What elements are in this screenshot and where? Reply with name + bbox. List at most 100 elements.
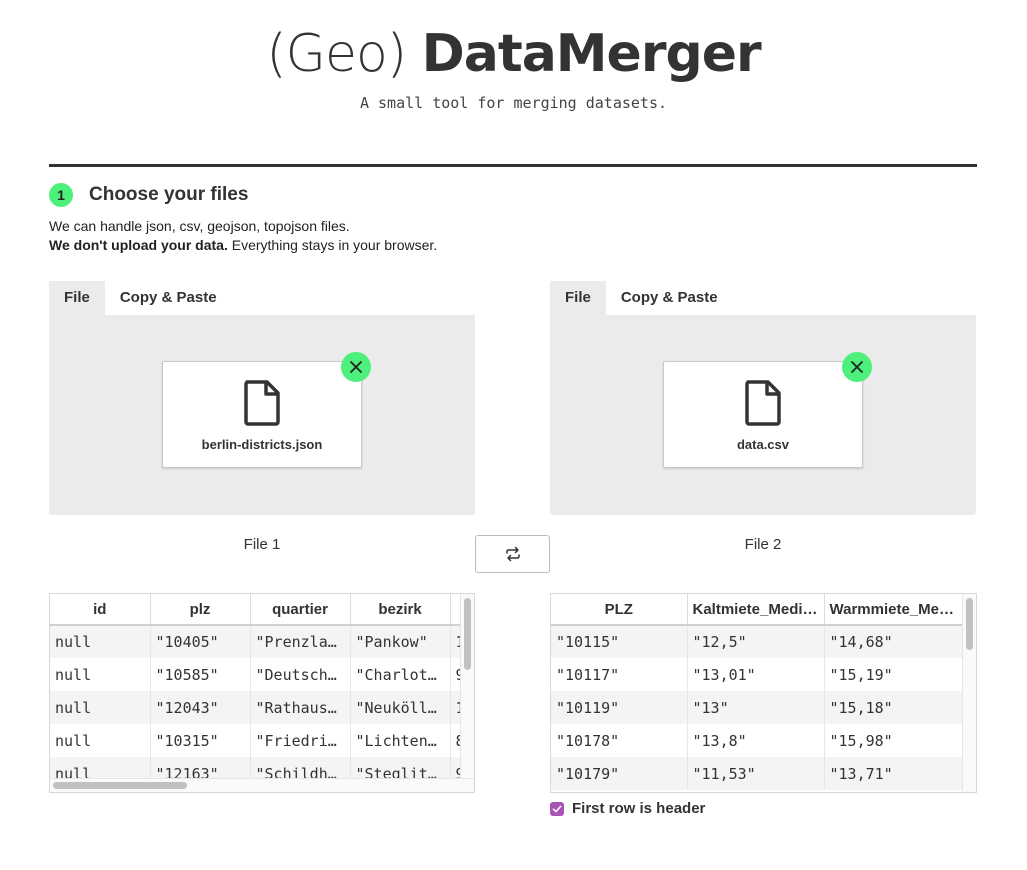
privacy-note-bold: We don't upload your data. [49, 237, 228, 253]
table-row: "10119" "13" "15,18" [551, 691, 964, 724]
vertical-scrollbar[interactable] [460, 594, 474, 778]
remove-file-2-button[interactable] [842, 352, 872, 382]
file-label-1: File 1 [243, 536, 281, 553]
step-description: We can handle json, csv, geojson, topojs… [49, 217, 437, 255]
file-name-1: berlin-districts.json [201, 437, 323, 452]
data-preview-table-1[interactable]: id plz quartier bezirk null "10405" "Pre… [49, 593, 475, 793]
horizontal-scrollbar[interactable] [50, 778, 474, 792]
table-cell: "10315" [150, 724, 251, 757]
table-cell: "Rathaus Neukölln" [250, 691, 351, 724]
column-header[interactable]: Warmmiete_Median [824, 594, 964, 626]
table-row: null "10405" "Prenzlauer Berg" "Pankow" … [50, 625, 474, 658]
first-row-header-option[interactable]: First row is header [550, 800, 705, 817]
table-cell: null [50, 724, 151, 757]
close-icon [350, 361, 362, 373]
horizontal-scrollbar-thumb[interactable] [53, 782, 187, 789]
app-subtitle: A small tool for merging datasets. [359, 94, 668, 112]
first-row-header-label: First row is header [572, 800, 706, 817]
table-2: PLZ Kaltmiete_Median Warmmiete_Median "1… [551, 594, 964, 790]
table-row: null "10315" "Friedrichsfelde" "Lichtenb… [50, 724, 474, 757]
table-cell: "15,19" [824, 658, 964, 691]
remove-file-1-button[interactable] [341, 352, 371, 382]
table-cell: "10178" [551, 724, 688, 757]
app-title: (Geo) DataMerger [0, 18, 1027, 90]
table-header-row: id plz quartier bezirk [50, 594, 474, 626]
file-dropzone-1[interactable]: berlin-districts.json [49, 315, 475, 515]
table-cell: "Neukölln" [350, 691, 451, 724]
table-cell: "Lichtenberg" [350, 724, 451, 757]
close-icon [851, 361, 863, 373]
first-row-header-checkbox[interactable] [550, 801, 564, 816]
tab-copy-paste[interactable]: Copy & Paste [105, 281, 232, 315]
table-row: "10179" "11,53" "13,71" [551, 757, 964, 790]
table-cell: "10585" [150, 658, 251, 691]
checkmark-icon [552, 805, 562, 812]
table-cell: "15,18" [824, 691, 964, 724]
file-card-2: data.csv [663, 352, 872, 468]
table-cell: "12,5" [687, 625, 825, 658]
table-cell: "13" [687, 691, 825, 724]
table-cell: "11,53" [687, 757, 825, 790]
step-number-badge: 1 [49, 183, 73, 207]
app-title-prefix: (Geo) [266, 24, 422, 84]
file-1-tabs: File Copy & Paste [49, 281, 476, 315]
table-cell: "10179" [551, 757, 688, 790]
table-header-row: PLZ Kaltmiete_Median Warmmiete_Median [551, 594, 964, 626]
section-divider [49, 164, 977, 167]
table-cell: "Deutsche Oper" [250, 658, 351, 691]
table-row: null "12043" "Rathaus Neukölln" "Neuköll… [50, 691, 474, 724]
swap-icon [505, 546, 520, 562]
vertical-scrollbar-thumb[interactable] [464, 598, 471, 670]
table-cell: "Charlottenburg-Wilmersdorf" [350, 658, 451, 691]
column-header[interactable]: PLZ [551, 594, 688, 626]
file-panel-2: File Copy & Paste data.csv File 2 [550, 281, 977, 553]
file-name-2: data.csv [736, 437, 790, 452]
vertical-scrollbar[interactable] [962, 594, 976, 792]
table-row: "10117" "13,01" "15,19" [551, 658, 964, 691]
column-header[interactable]: quartier [250, 594, 351, 626]
column-header[interactable]: id [50, 594, 151, 626]
tab-file[interactable]: File [49, 281, 105, 315]
table-cell: "13,01" [687, 658, 825, 691]
table-cell: "12043" [150, 691, 251, 724]
app-title-main: DataMerger [421, 24, 762, 84]
table-cell: "13,71" [824, 757, 964, 790]
table-cell: "15,98" [824, 724, 964, 757]
table-row: "10115" "12,5" "14,68" [551, 625, 964, 658]
table-cell: "10405" [150, 625, 251, 658]
header: (Geo) DataMerger A small tool for mergin… [0, 18, 1027, 112]
table-cell: "Prenzlauer Berg" [250, 625, 351, 658]
file-panel-1: File Copy & Paste berlin-districts.json … [49, 281, 476, 553]
table-cell: "Pankow" [350, 625, 451, 658]
tab-file[interactable]: File [550, 281, 606, 315]
file-dropzone-2[interactable]: data.csv [550, 315, 976, 515]
column-header[interactable]: bezirk [350, 594, 451, 626]
table-cell: "14,68" [824, 625, 964, 658]
file-label-2: File 2 [744, 536, 782, 553]
file-icon [244, 380, 280, 426]
table-cell: "13,8" [687, 724, 825, 757]
step-title: Choose your files [89, 184, 249, 205]
file-card-1: berlin-districts.json [162, 352, 371, 468]
table-1: id plz quartier bezirk null "10405" "Pre… [50, 594, 474, 790]
vertical-scrollbar-thumb[interactable] [966, 598, 973, 650]
swap-files-button[interactable] [475, 535, 550, 573]
step-heading: 1 Choose your files [49, 183, 248, 207]
column-header[interactable]: Kaltmiete_Median [687, 594, 825, 626]
column-header[interactable]: plz [150, 594, 251, 626]
table-row: null "10585" "Deutsche Oper" "Charlotten… [50, 658, 474, 691]
supported-formats-text: We can handle json, csv, geojson, topojs… [49, 218, 350, 234]
table-cell: null [50, 658, 151, 691]
data-preview-table-2[interactable]: PLZ Kaltmiete_Median Warmmiete_Median "1… [550, 593, 977, 793]
table-row: "10178" "13,8" "15,98" [551, 724, 964, 757]
file-2-tabs: File Copy & Paste [550, 281, 977, 315]
table-cell: "10117" [551, 658, 688, 691]
file-icon [745, 380, 781, 426]
table-cell: null [50, 691, 151, 724]
table-cell: null [50, 625, 151, 658]
tab-copy-paste[interactable]: Copy & Paste [606, 281, 733, 315]
table-cell: "10115" [551, 625, 688, 658]
table-cell: "Friedrichsfelde" [250, 724, 351, 757]
privacy-note: We don't upload your data. Everything st… [49, 236, 437, 255]
table-cell: "10119" [551, 691, 688, 724]
